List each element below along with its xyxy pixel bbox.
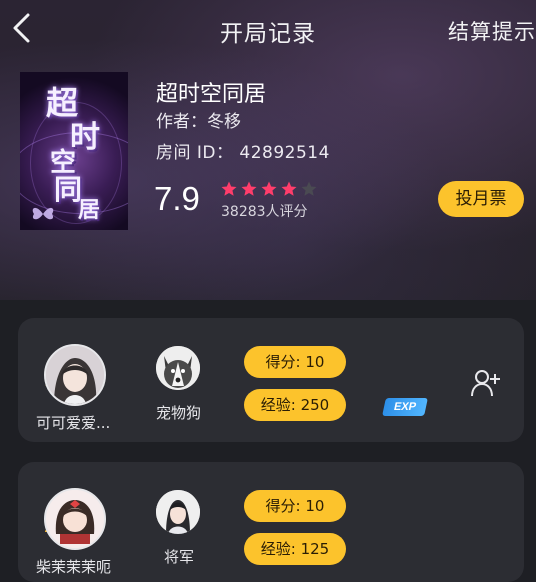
score-pill: 得分: 10 [244, 346, 346, 378]
monthly-vote-button[interactable]: 投月票 [438, 181, 524, 217]
book-score: 7.9 [154, 180, 200, 217]
player-avatar[interactable] [44, 488, 106, 550]
rating-stars [220, 180, 318, 198]
star-filled-icon [261, 181, 277, 196]
star-filled-icon [281, 181, 297, 196]
exp-pill: 经验: 125 [244, 533, 346, 565]
pet-avatar [156, 490, 200, 534]
player-name: 柴茉茉茉呃 [36, 558, 112, 576]
player-card: 2 柴茉茉茉呃 将军 得分: 10 经验: 125 [18, 462, 524, 582]
player-card: 1 可可爱爱... 宠物狗 得分: 10 经验: 250 EXP [18, 318, 524, 442]
butterfly-icon [32, 207, 54, 220]
pet-name: 宠物狗 [156, 404, 202, 422]
book-title: 超时空同居 [156, 82, 267, 107]
pet-name: 将军 [164, 548, 195, 566]
star-filled-icon [221, 181, 237, 196]
star-filled-icon [241, 181, 257, 196]
exp-badge: EXP [382, 398, 428, 416]
rating-count: 38283人评分 [221, 204, 308, 220]
book-author: 作者：冬移 [156, 112, 241, 132]
player-name: 可可爱爱... [36, 414, 111, 432]
star-empty-icon [301, 181, 317, 196]
settlement-tip-link[interactable]: 结算提示 [448, 16, 536, 46]
player-avatar[interactable] [44, 344, 106, 406]
pet-avatar [156, 346, 200, 390]
cover-title-char: 居 [78, 197, 101, 223]
room-id: 房间 ID： 42892514 [156, 143, 330, 163]
book-cover-image: 超 时 空 同 居 [20, 72, 128, 230]
score-pill: 得分: 10 [244, 490, 346, 522]
add-friend-icon[interactable] [470, 368, 502, 398]
exp-pill: 经验: 250 [244, 389, 346, 421]
